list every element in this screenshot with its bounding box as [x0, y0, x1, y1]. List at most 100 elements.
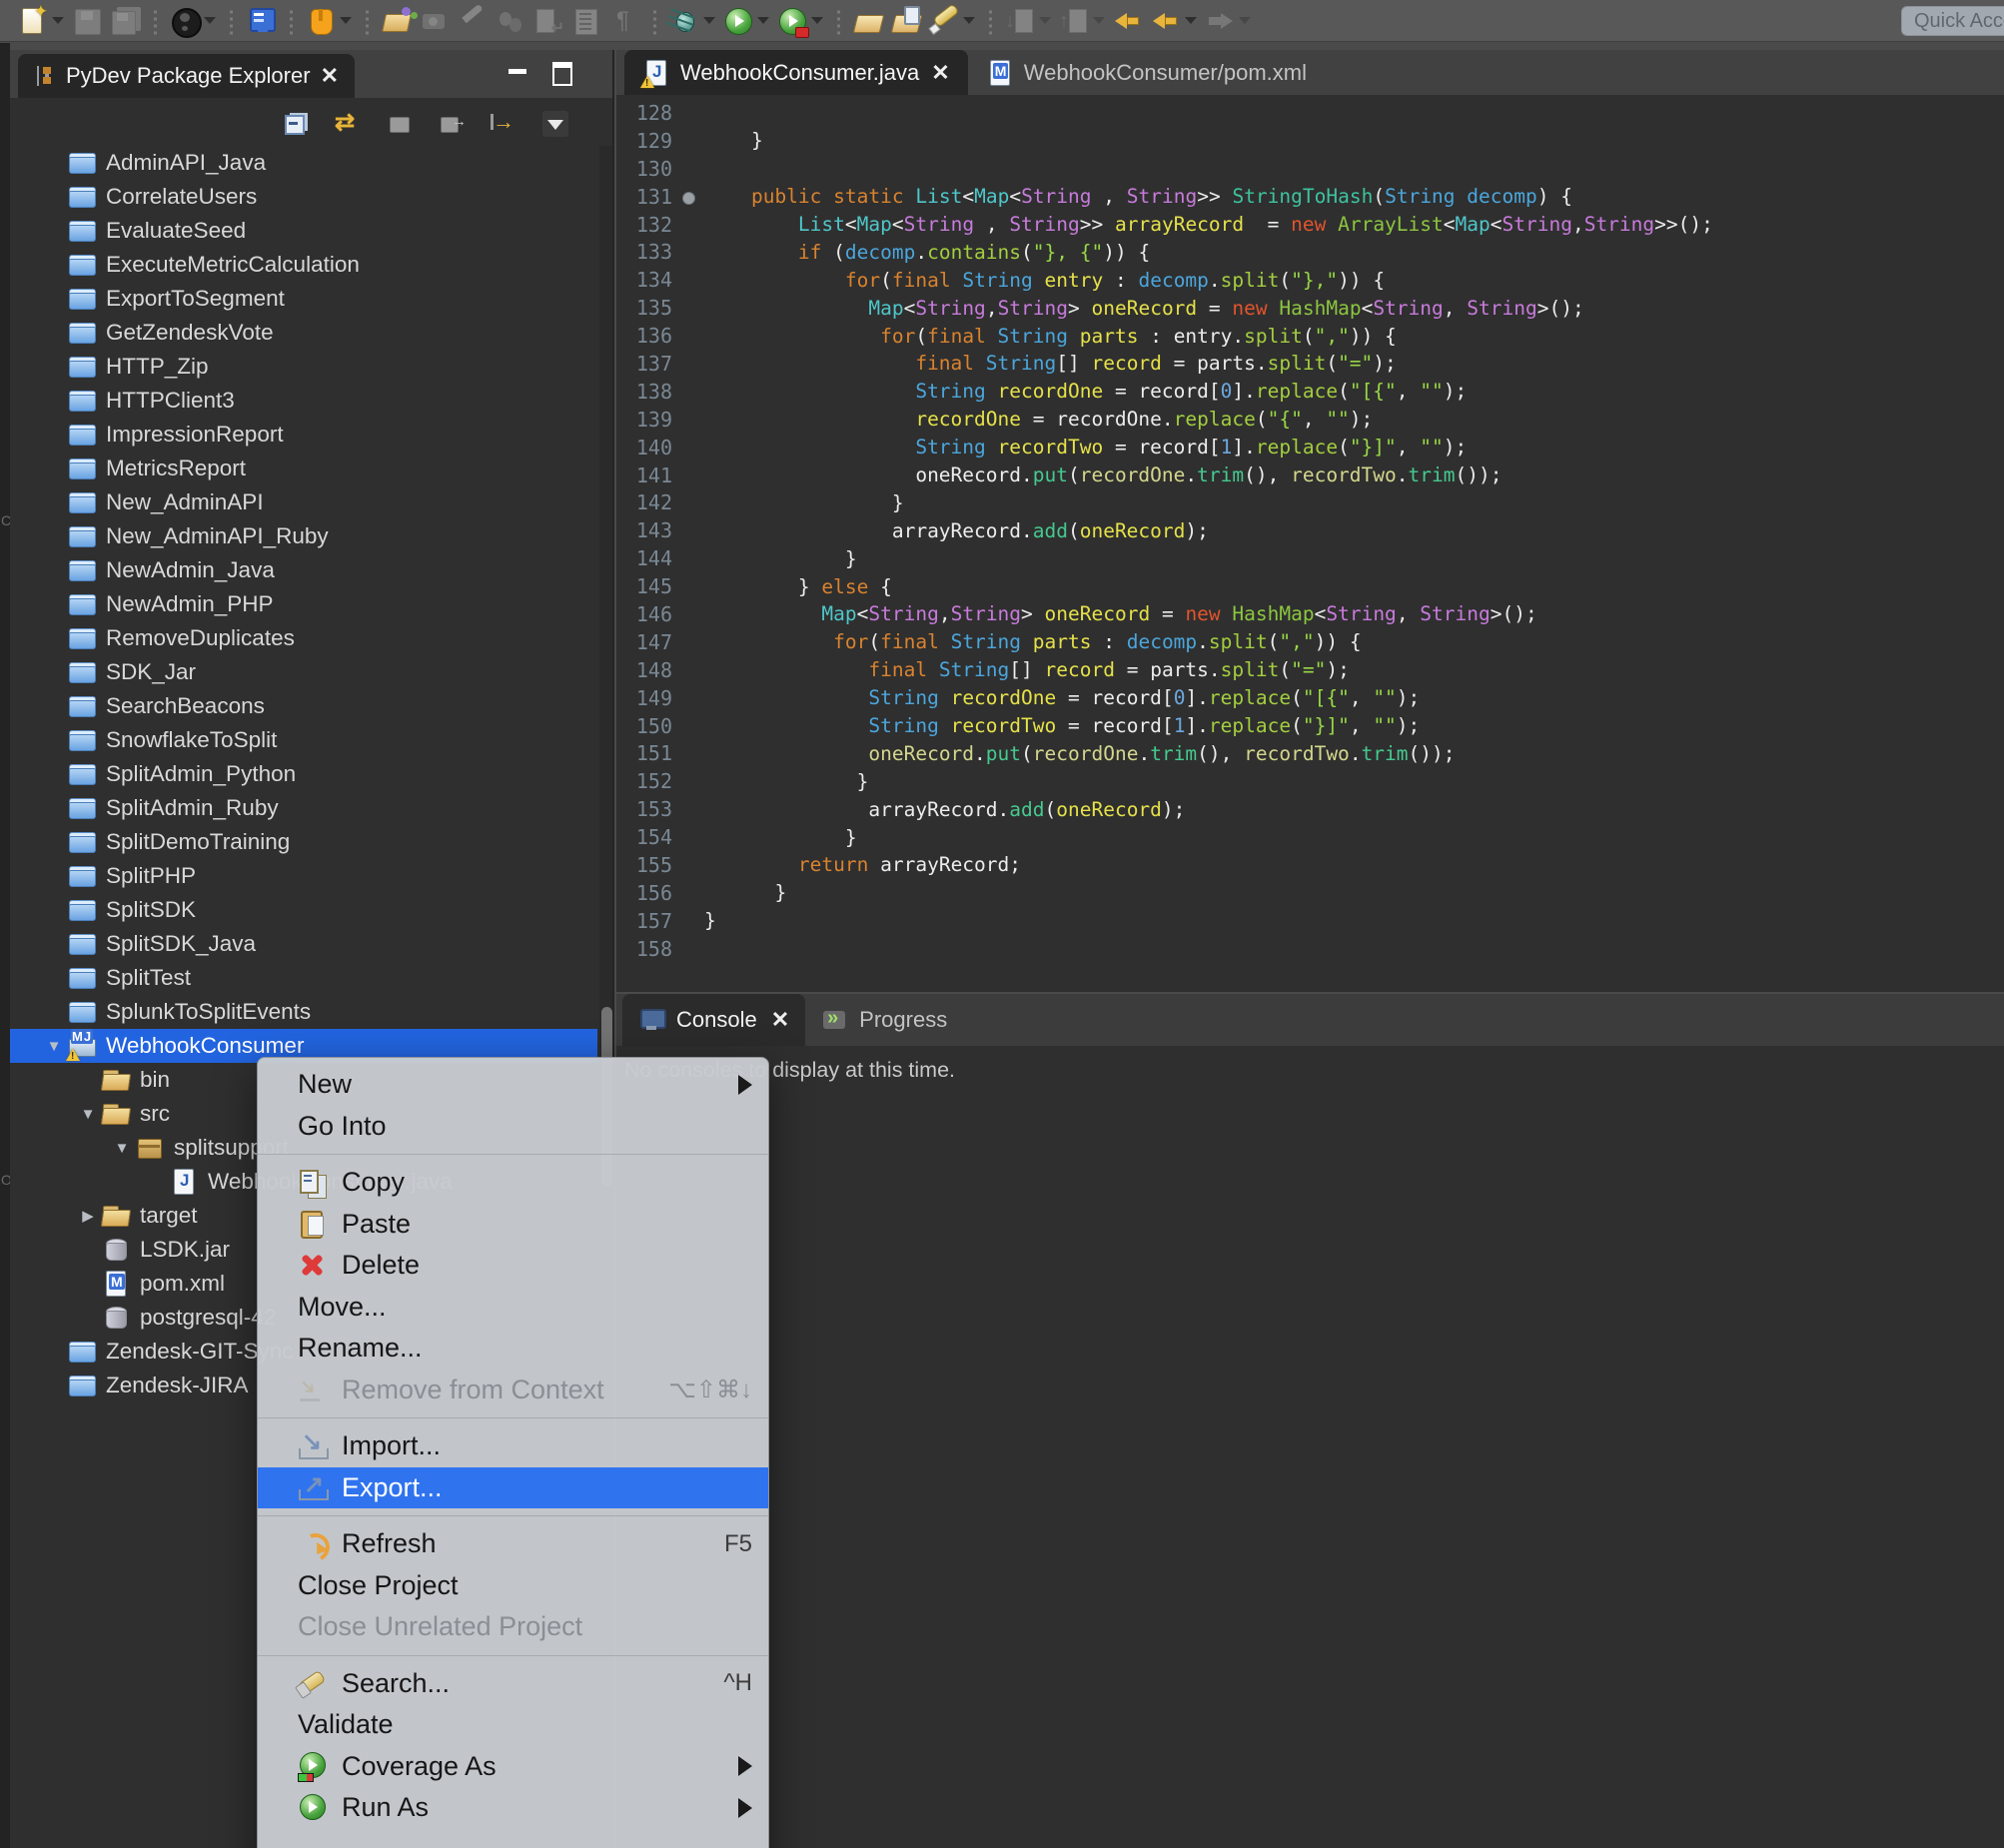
- code-editor[interactable]: 128129 }130131 public static List<Map<St…: [616, 95, 2004, 992]
- tree-item-removeduplicates[interactable]: RemoveDuplicates: [10, 621, 597, 655]
- pen-button[interactable]: [925, 3, 979, 39]
- copy-doc-button[interactable]: [529, 3, 567, 39]
- focus-icon[interactable]: [491, 111, 516, 137]
- bugs-button[interactable]: [492, 3, 529, 39]
- forward-button[interactable]: [1201, 3, 1255, 39]
- collapse-icon[interactable]: [283, 111, 309, 137]
- tree-item-splitsdk-java[interactable]: SplitSDK_Java: [10, 927, 597, 961]
- new-wizard-button[interactable]: [14, 3, 68, 39]
- back-edit-button[interactable]: [1109, 3, 1147, 39]
- editor-area: WebhookConsumer.java ✕ WebhookConsumer/p…: [616, 50, 2004, 992]
- run-external-button[interactable]: [773, 3, 827, 39]
- camera-icon: [420, 6, 450, 36]
- console-view-button[interactable]: [242, 3, 280, 39]
- code-text: return arrayRecord;: [704, 853, 1021, 876]
- menu-item-close-project[interactable]: Close Project: [258, 1565, 768, 1607]
- menu-item-import-[interactable]: Import...: [258, 1425, 768, 1467]
- ann-next-button[interactable]: [1001, 3, 1055, 39]
- list-view-button[interactable]: [567, 3, 605, 39]
- tree-item-sdk-jar[interactable]: SDK_Jar: [10, 655, 597, 689]
- tree-item-exporttosegment[interactable]: ExportToSegment: [10, 282, 597, 316]
- tree-item-executemetriccalculation[interactable]: ExecuteMetricCalculation: [10, 248, 597, 282]
- menu-item-search-[interactable]: Search...^H: [258, 1663, 768, 1705]
- tree-item-httpclient3[interactable]: HTTPClient3: [10, 384, 597, 418]
- tree-item-splunktosplitevents[interactable]: SplunkToSplitEvents: [10, 995, 597, 1029]
- camera-button[interactable]: [416, 3, 454, 39]
- menu-item-validate[interactable]: Validate: [258, 1704, 768, 1746]
- tree-item-new-adminapi-ruby[interactable]: New_AdminAPI_Ruby: [10, 519, 597, 553]
- tree-item-splitdemotraining[interactable]: SplitDemoTraining: [10, 825, 597, 859]
- menu-item-label: Close Unrelated Project: [298, 1611, 582, 1642]
- menu-item-copy[interactable]: Copy: [258, 1162, 768, 1204]
- tab-webhookconsumer-pom-xml[interactable]: WebhookConsumer/pom.xml: [968, 50, 1337, 95]
- menu-item-go-into[interactable]: Go Into: [258, 1106, 768, 1148]
- pilcrow-button[interactable]: [605, 3, 643, 39]
- chevron-down-icon[interactable]: ▼: [108, 1140, 136, 1157]
- tree-item-new-adminapi[interactable]: New_AdminAPI: [10, 485, 597, 519]
- tab-pydev-package-explorer[interactable]: PyDev Package Explorer ✕: [18, 54, 355, 98]
- menu-item-refresh[interactable]: RefreshF5: [258, 1523, 768, 1565]
- chevron-down-icon[interactable]: ▼: [74, 1106, 102, 1123]
- ann-prev-button[interactable]: [1055, 3, 1109, 39]
- tab-console[interactable]: Console ✕: [622, 994, 805, 1046]
- menu-item-export-[interactable]: Export...: [258, 1467, 768, 1509]
- back-button[interactable]: [1147, 3, 1201, 39]
- tree-item-impressionreport[interactable]: ImpressionReport: [10, 418, 597, 452]
- menu-item-move-[interactable]: Move...: [258, 1287, 768, 1329]
- tree-item-splittest[interactable]: SplitTest: [10, 961, 597, 995]
- tree-item-splitadmin-ruby[interactable]: SplitAdmin_Ruby: [10, 791, 597, 825]
- editor-tabbar: WebhookConsumer.java ✕ WebhookConsumer/p…: [616, 50, 2004, 95]
- menu-item-label: Import...: [342, 1430, 441, 1461]
- close-icon[interactable]: ✕: [321, 65, 339, 87]
- tab-webhookconsumer-java[interactable]: WebhookConsumer.java ✕: [624, 50, 968, 95]
- chevron-right-icon[interactable]: ▶: [74, 1207, 102, 1225]
- menu-item-coverage-as[interactable]: Coverage As: [258, 1746, 768, 1788]
- run-button[interactable]: [719, 3, 773, 39]
- folder-blue-icon: [68, 999, 96, 1025]
- menu-item-run-as[interactable]: Run As: [258, 1787, 768, 1829]
- tree-item-correlateusers[interactable]: CorrelateUsers: [10, 180, 597, 214]
- tree-item-evaluateseed[interactable]: EvaluateSeed: [10, 214, 597, 248]
- line-number: 132: [616, 213, 678, 237]
- pkg2-icon[interactable]: [439, 111, 465, 137]
- menu-item-paste[interactable]: Paste: [258, 1204, 768, 1246]
- tree-item-newadmin-java[interactable]: NewAdmin_Java: [10, 553, 597, 587]
- line-number: 157: [616, 909, 678, 933]
- chevron-down-icon[interactable]: ▼: [40, 1038, 68, 1055]
- tree-item-newadmin-php[interactable]: NewAdmin_PHP: [10, 587, 597, 621]
- folder-clipboard-button[interactable]: [887, 3, 925, 39]
- folder-open-button[interactable]: [849, 3, 887, 39]
- maximize-icon[interactable]: [550, 60, 572, 82]
- indent-spacer: [10, 333, 40, 334]
- dropdown-caret-icon: [204, 17, 216, 24]
- chevron-icon[interactable]: [542, 111, 568, 137]
- save-all-button[interactable]: [106, 3, 144, 39]
- tree-item-snowflaketosplit[interactable]: SnowflakeToSplit: [10, 723, 597, 757]
- task-orange-button[interactable]: [302, 3, 356, 39]
- debug-button[interactable]: [665, 3, 719, 39]
- menu-item-delete[interactable]: Delete: [258, 1245, 768, 1287]
- link-icon[interactable]: [335, 111, 361, 137]
- close-icon[interactable]: ✕: [931, 62, 949, 84]
- quick-access-button[interactable]: Quick Access: [1901, 6, 2004, 36]
- save-button[interactable]: [68, 3, 106, 39]
- tree-item-searchbeacons[interactable]: SearchBeacons: [10, 689, 597, 723]
- knife-button[interactable]: [454, 3, 492, 39]
- pkg-icon[interactable]: [387, 111, 413, 137]
- tab-progress[interactable]: Progress: [805, 994, 963, 1046]
- close-icon[interactable]: ✕: [771, 1009, 789, 1031]
- tree-item-adminapi-java[interactable]: AdminAPI_Java: [10, 146, 597, 180]
- folder-bugs-button[interactable]: [378, 3, 416, 39]
- minimize-icon[interactable]: [506, 60, 528, 82]
- tree-item-http-zip[interactable]: HTTP_Zip: [10, 350, 597, 384]
- tree-item-getzendeskvote[interactable]: GetZendeskVote: [10, 316, 597, 350]
- menu-item-rename-[interactable]: Rename...: [258, 1328, 768, 1370]
- tree-item-metricsreport[interactable]: MetricsReport: [10, 452, 597, 485]
- menu-item-new[interactable]: New: [258, 1064, 768, 1106]
- profile-button[interactable]: [166, 3, 220, 39]
- tree-item-splitsdk[interactable]: SplitSDK: [10, 893, 597, 927]
- line-number: 142: [616, 490, 678, 514]
- tree-item-splitadmin-python[interactable]: SplitAdmin_Python: [10, 757, 597, 791]
- indent-spacer: [10, 774, 40, 775]
- tree-item-splitphp[interactable]: SplitPHP: [10, 859, 597, 893]
